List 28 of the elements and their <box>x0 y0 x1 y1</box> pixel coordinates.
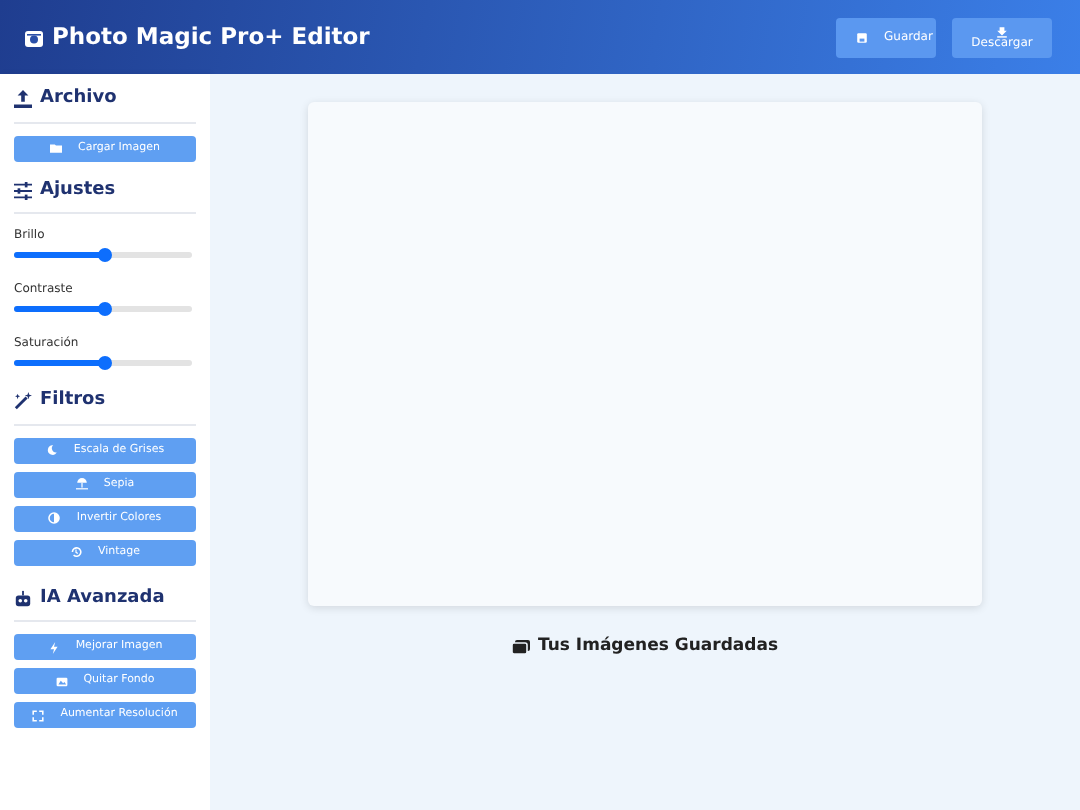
camera-icon <box>24 27 44 47</box>
section-heading: Filtros <box>40 388 106 414</box>
slider-track[interactable] <box>14 360 192 366</box>
section-title: Tus Imágenes Guardadas <box>537 634 779 660</box>
bolt-icon <box>47 641 60 653</box>
contrast-icon <box>48 512 61 524</box>
sliders-icon <box>14 181 32 200</box>
slider-track[interactable] <box>14 252 192 258</box>
folder-icon <box>50 142 63 154</box>
image-icon <box>55 675 68 687</box>
expand-icon <box>32 709 45 721</box>
slider-thumb[interactable] <box>97 302 111 316</box>
images-icon <box>511 639 530 654</box>
floppy-icon <box>856 31 868 43</box>
slider-thumb[interactable] <box>97 248 111 262</box>
moon-icon <box>45 444 58 456</box>
section-heading: IA Avanzada <box>40 585 165 611</box>
app-title: Photo Magic Pro+ Editor <box>52 19 370 54</box>
download-icon <box>996 25 1008 37</box>
robot-icon <box>14 589 32 608</box>
section-heading: Ajustes <box>40 177 116 203</box>
history-icon <box>69 546 82 558</box>
magic-wand-icon <box>14 392 32 411</box>
section-heading: Archivo <box>40 86 117 112</box>
slider-thumb[interactable] <box>97 356 111 370</box>
slider-track[interactable] <box>14 306 192 312</box>
umbrella-beach-icon <box>75 478 88 490</box>
upload-icon <box>14 90 32 109</box>
